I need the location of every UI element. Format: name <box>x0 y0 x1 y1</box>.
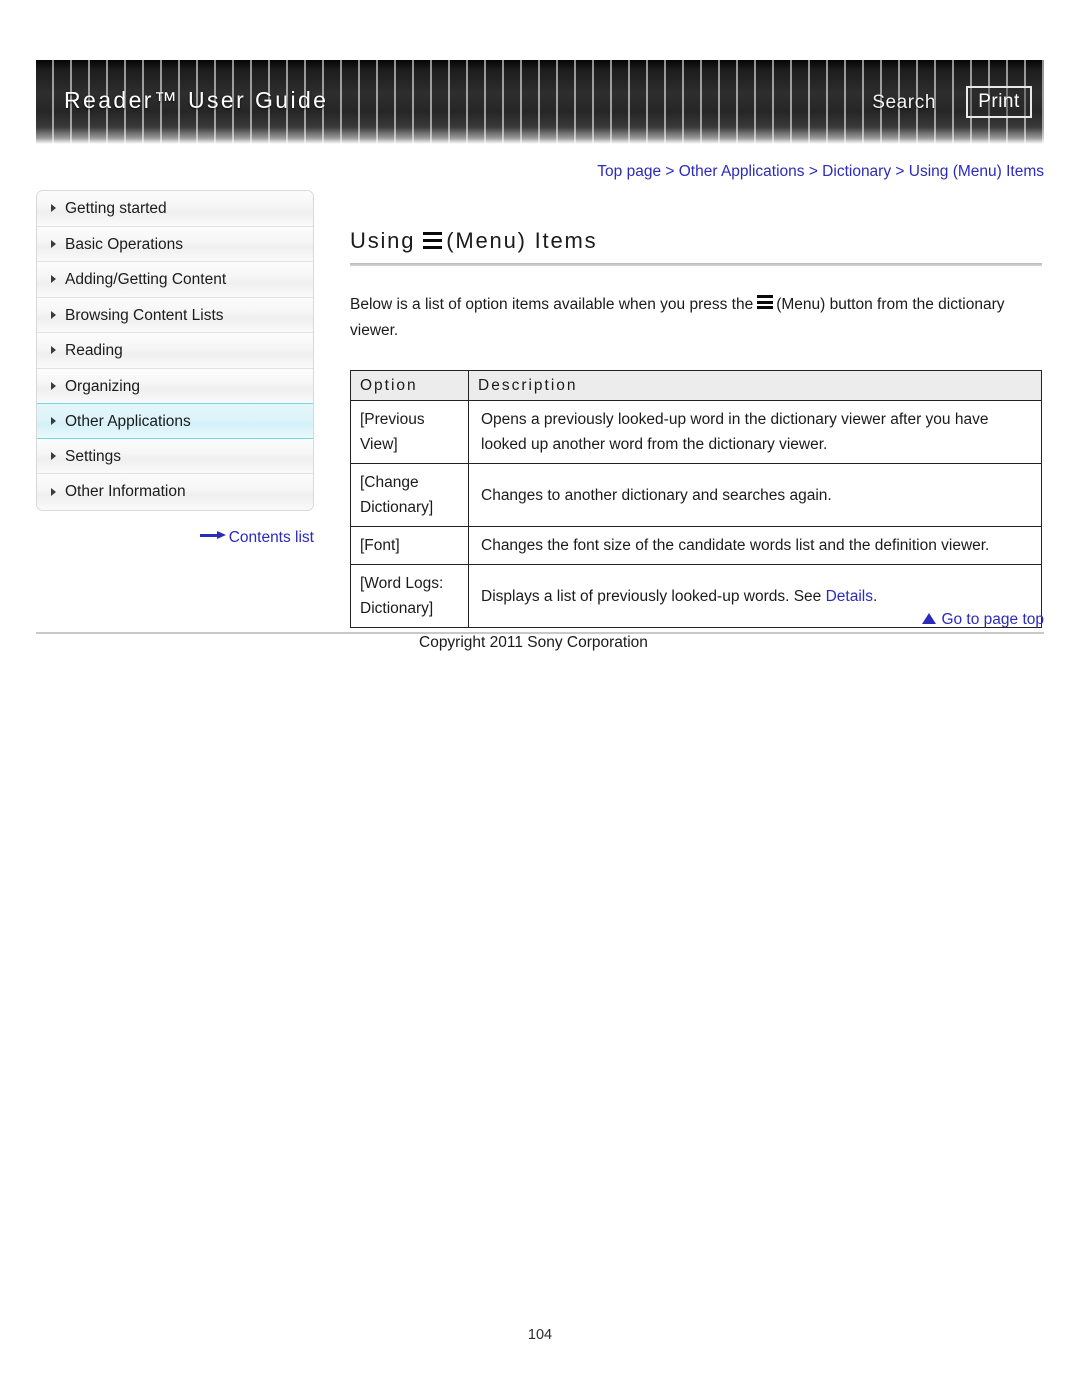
bullet-arrow-icon <box>51 487 56 496</box>
sidebar-item-settings[interactable]: Settings <box>37 438 313 474</box>
app-title: Reader™ User Guide <box>64 87 329 113</box>
sidebar-item-basic-operations[interactable]: Basic Operations <box>37 226 313 262</box>
page-title-prefix: Using <box>350 228 416 253</box>
option-cell: [Change Dictionary] <box>350 463 469 527</box>
sidebar-item-label: Basic Operations <box>65 235 184 253</box>
description-text-after: . <box>873 587 878 605</box>
go-to-page-top-link[interactable]: Go to page top <box>340 611 1044 629</box>
breadcrumb[interactable]: Top page > Other Applications > Dictiona… <box>340 163 1044 181</box>
sidebar-item-organizing[interactable]: Organizing <box>37 368 313 404</box>
table-row: [Change Dictionary] Changes to another di… <box>350 463 1042 527</box>
column-header-option: Option <box>350 370 469 401</box>
sidebar-item-other-applications[interactable]: Other Applications <box>37 403 313 439</box>
sidebar-item-adding-getting-content[interactable]: Adding/Getting Content <box>37 262 313 298</box>
sidebar-item-label: Other Applications <box>65 413 191 430</box>
sidebar-item-getting-started[interactable]: Getting started <box>37 191 313 227</box>
bullet-arrow-icon <box>51 204 56 213</box>
bullet-arrow-icon <box>51 275 56 284</box>
menu-hamburger-icon <box>423 232 443 251</box>
go-to-top-label: Go to page top <box>941 611 1044 628</box>
page-number: 104 <box>527 1327 553 1343</box>
bullet-arrow-icon <box>51 310 56 319</box>
copyright-text: Copyright 2011 Sony Corporation <box>419 634 648 651</box>
option-cell: [Previous View] <box>350 400 469 464</box>
sidebar-item-label: Settings <box>65 447 122 465</box>
description-cell: Opens a previously looked-up word in the… <box>468 400 1042 464</box>
bullet-arrow-icon <box>51 381 56 390</box>
sidebar-item-label: Reading <box>65 342 123 359</box>
bullet-arrow-icon <box>51 239 56 248</box>
option-cell: [Font] <box>350 526 469 565</box>
page-title: Using (Menu) Items <box>350 228 597 254</box>
triangle-up-icon <box>922 613 937 624</box>
sidebar-item-reading[interactable]: Reading <box>37 333 313 369</box>
bullet-arrow-icon <box>51 451 56 460</box>
sidebar-item-other-information[interactable]: Other Information <box>37 474 313 510</box>
options-table: Option Description [Previous View] Opens … <box>350 370 1042 628</box>
header-banner: Reader™ User Guide Search Print <box>36 60 1044 144</box>
search-button[interactable]: Search <box>872 92 936 114</box>
table-header-row: Option Description <box>350 370 1042 401</box>
arrow-right-icon <box>199 531 226 540</box>
sidebar-item-label: Other Information <box>65 483 186 500</box>
page-root: Reader™ User Guide Search Print Top page… <box>0 0 1080 1397</box>
title-divider <box>350 263 1042 266</box>
bullet-arrow-icon <box>51 346 56 355</box>
table-row: [Previous View] Opens a previously looked… <box>350 400 1042 464</box>
contents-list-label: Contents list <box>228 529 314 546</box>
sidebar-item-label: Browsing Content Lists <box>65 306 224 324</box>
intro-paragraph: Below is a list of option items availabl… <box>350 292 1044 344</box>
description-text-before: Displays a list of previously looked-up … <box>481 587 826 605</box>
details-link[interactable]: Details <box>826 588 873 605</box>
bullet-arrow-icon <box>51 416 56 425</box>
sidebar-item-label: Organizing <box>65 377 140 395</box>
sidebar-item-label: Adding/Getting Content <box>65 271 227 288</box>
intro-text-before: Below is a list of option items availabl… <box>350 296 754 313</box>
sidebar-item-browsing-content-lists[interactable]: Browsing Content Lists <box>37 297 313 333</box>
page-title-suffix: (Menu) Items <box>446 228 598 253</box>
column-header-description: Description <box>468 370 1042 401</box>
description-cell: Changes the font size of the candidate w… <box>468 526 1042 565</box>
sidebar-item-label: Getting started <box>65 200 167 217</box>
table-row: [Font] Changes the font size of the candi… <box>350 526 1042 565</box>
menu-hamburger-icon <box>757 295 774 311</box>
description-cell: Changes to another dictionary and search… <box>468 463 1042 527</box>
print-button[interactable]: Print <box>966 86 1032 118</box>
sidebar-nav: Getting started Basic Operations Adding/Ge… <box>36 190 314 511</box>
contents-list-link[interactable]: Contents list <box>36 529 314 547</box>
